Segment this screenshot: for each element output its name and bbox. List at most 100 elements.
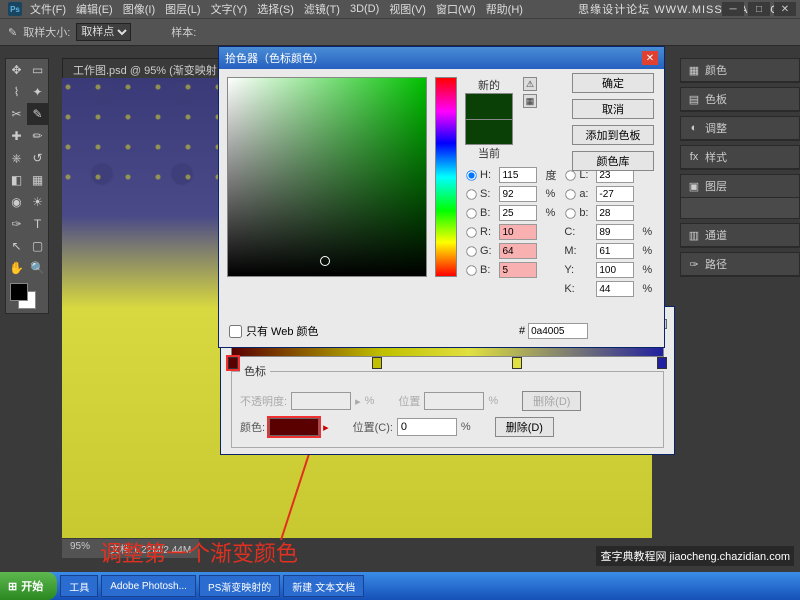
hue-slider[interactable]: [435, 77, 457, 277]
picker-cancel-button[interactable]: 取消: [572, 99, 654, 119]
foreground-color[interactable]: [10, 283, 28, 301]
c-input[interactable]: [596, 224, 634, 240]
history-brush-tool[interactable]: ↺: [27, 147, 48, 169]
websafe-warning-icon[interactable]: ▦: [523, 94, 537, 108]
hand-tool[interactable]: ✋: [6, 257, 27, 279]
crop-tool[interactable]: ✂: [6, 103, 27, 125]
menu-edit[interactable]: 编辑(E): [76, 1, 113, 17]
blur-tool[interactable]: ◉: [6, 191, 27, 213]
h-radio[interactable]: [466, 170, 476, 180]
color-swatches[interactable]: [6, 279, 48, 313]
path-tool[interactable]: ↖: [6, 235, 27, 257]
r-radio[interactable]: [466, 227, 476, 237]
picker-titlebar[interactable]: 拾色器（色标颜色） ✕: [219, 47, 664, 69]
adjust-icon: ◐: [687, 121, 701, 135]
dodge-tool[interactable]: ☀: [27, 191, 48, 213]
picker-add-swatch-button[interactable]: 添加到色板: [572, 125, 654, 145]
sv-cursor[interactable]: [320, 256, 330, 266]
panel-styles[interactable]: fx样式: [681, 146, 799, 169]
color-stop-2[interactable]: [372, 357, 382, 369]
color-pos-label: 位置(C):: [353, 419, 393, 435]
g-input[interactable]: [499, 243, 537, 259]
close-button[interactable]: ✕: [774, 2, 796, 16]
menu-file[interactable]: 文件(F): [30, 1, 66, 17]
s-radio[interactable]: [466, 189, 476, 199]
picker-title-text: 拾色器（色标颜色）: [225, 50, 324, 66]
zoom-tool[interactable]: 🔍: [27, 257, 48, 279]
bb-input[interactable]: [596, 205, 634, 221]
picker-library-button[interactable]: 颜色库: [572, 151, 654, 171]
bb-radio[interactable]: [566, 208, 576, 218]
shape-tool[interactable]: ▢: [27, 235, 48, 257]
marquee-tool[interactable]: ▭: [27, 59, 48, 81]
panel-channels[interactable]: ▥通道: [681, 224, 799, 247]
saturation-value-field[interactable]: [227, 77, 427, 277]
brush-tool[interactable]: ✏: [27, 125, 48, 147]
type-tool[interactable]: T: [27, 213, 48, 235]
gamut-warning-icon[interactable]: ⚠: [523, 77, 537, 91]
menu-filter[interactable]: 滤镜(T): [304, 1, 340, 17]
menu-select[interactable]: 选择(S): [257, 1, 294, 17]
picker-close-button[interactable]: ✕: [642, 51, 658, 65]
taskbar-item-notepad[interactable]: 新建 文本文档: [283, 575, 364, 597]
menu-view[interactable]: 视图(V): [389, 1, 426, 17]
s-input[interactable]: [499, 186, 537, 202]
color-stop-4[interactable]: [657, 357, 667, 369]
start-button[interactable]: ⊞ 开始: [0, 572, 57, 600]
taskbar-item-photoshop[interactable]: Adobe Photosh...: [101, 575, 196, 597]
new-label: 新的: [478, 77, 500, 93]
bch-radio[interactable]: [466, 265, 476, 275]
b-input[interactable]: [499, 205, 537, 221]
eyedropper-tool[interactable]: ✎: [27, 103, 48, 125]
taskbar-item-tutorial[interactable]: PS渐变映射的: [199, 575, 280, 597]
web-only-checkbox[interactable]: [229, 325, 242, 338]
menu-window[interactable]: 窗口(W): [436, 1, 476, 17]
hex-hash: #: [519, 325, 525, 337]
minimize-button[interactable]: ─: [722, 2, 744, 16]
menu-help[interactable]: 帮助(H): [486, 1, 523, 17]
stamp-tool[interactable]: ⎈: [6, 147, 27, 169]
zoom-level[interactable]: 95%: [70, 541, 90, 556]
stop-color-swatch[interactable]: [269, 418, 319, 436]
move-tool[interactable]: ✥: [6, 59, 27, 81]
menu-3d[interactable]: 3D(D): [350, 3, 379, 15]
layers-icon: ▣: [687, 179, 701, 193]
a-input[interactable]: [596, 186, 634, 202]
k-input[interactable]: [596, 281, 634, 297]
r-input[interactable]: [499, 224, 537, 240]
color-stop-3[interactable]: [512, 357, 522, 369]
b-radio[interactable]: [466, 208, 476, 218]
wand-tool[interactable]: ✦: [27, 81, 48, 103]
color-delete-button[interactable]: 删除(D): [495, 417, 554, 437]
m-input[interactable]: [596, 243, 634, 259]
panel-layers[interactable]: ▣图层: [681, 175, 799, 198]
color-stop-1[interactable]: [228, 357, 238, 369]
channels-icon: ▥: [687, 228, 701, 242]
gradient-tool[interactable]: ▦: [27, 169, 48, 191]
panel-color[interactable]: ▦颜色: [681, 59, 799, 82]
color-pos-input[interactable]: [397, 418, 457, 436]
g-radio[interactable]: [466, 246, 476, 256]
y-input[interactable]: [596, 262, 634, 278]
menu-layer[interactable]: 图层(L): [165, 1, 200, 17]
heal-tool[interactable]: ✚: [6, 125, 27, 147]
menu-image[interactable]: 图像(I): [123, 1, 155, 17]
a-radio[interactable]: [566, 189, 576, 199]
lasso-tool[interactable]: ⌇: [6, 81, 27, 103]
hex-input[interactable]: [528, 323, 588, 339]
panel-swatches[interactable]: ▤色板: [681, 88, 799, 111]
opacity-input: [291, 392, 351, 410]
picker-ok-button[interactable]: 确定: [572, 73, 654, 93]
eraser-tool[interactable]: ◧: [6, 169, 27, 191]
sample-size-select[interactable]: 取样点: [76, 23, 131, 41]
maximize-button[interactable]: □: [748, 2, 770, 16]
l-radio[interactable]: [566, 170, 576, 180]
panel-paths[interactable]: ✑路径: [681, 253, 799, 276]
current-color-preview[interactable]: [465, 119, 513, 145]
bch-input[interactable]: [499, 262, 537, 278]
taskbar-item-tools[interactable]: 工具: [60, 575, 98, 597]
h-input[interactable]: [499, 167, 537, 183]
menu-type[interactable]: 文字(Y): [211, 1, 248, 17]
pen-tool[interactable]: ✑: [6, 213, 27, 235]
panel-adjustments[interactable]: ◐调整: [681, 117, 799, 140]
